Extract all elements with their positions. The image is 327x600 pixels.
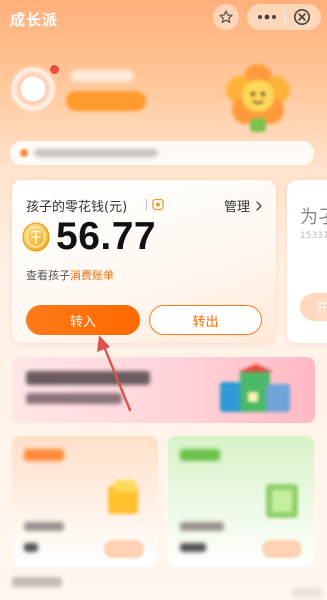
- tile-right-tag-blurred: [180, 449, 220, 461]
- manage-link[interactable]: 管理: [224, 196, 265, 215]
- capsule-divider: [284, 10, 286, 24]
- mini-program-capsule: [247, 4, 321, 30]
- app-title: 成长派: [10, 11, 59, 29]
- mascot-illustration: [226, 64, 290, 132]
- transfer-in-button[interactable]: 转入: [26, 305, 140, 335]
- favorite-button[interactable]: [213, 4, 239, 30]
- tile-right-illustration: [266, 484, 298, 518]
- eye-icon[interactable]: [152, 198, 164, 211]
- close-circle-icon: [294, 8, 311, 26]
- tile-right-action-blurred[interactable]: [262, 540, 302, 558]
- tile-left-value-blurred: [24, 543, 38, 552]
- star-icon: [219, 10, 233, 24]
- notice-icon: [20, 149, 28, 157]
- section-heading-blurred: [12, 577, 62, 587]
- banner-subline-blurred: [26, 393, 122, 404]
- user-name-blurred: [70, 70, 134, 82]
- next-card-title: 为孑: [300, 207, 327, 228]
- balance-amount: 56.77: [56, 215, 157, 258]
- avatar[interactable]: [12, 68, 54, 110]
- chevron-right-icon: [256, 200, 262, 211]
- more-button[interactable]: [257, 13, 277, 21]
- allowance-card-title: 孩子的零花钱(元): [26, 200, 128, 215]
- notice-text-blurred: [34, 149, 158, 157]
- next-card-button[interactable]: 开: [300, 293, 327, 321]
- banner-illustration: [220, 364, 290, 412]
- close-button[interactable]: [293, 8, 311, 26]
- member-pill-blurred[interactable]: [66, 91, 146, 111]
- notification-dot: [50, 65, 59, 74]
- next-card-subtitle: 15337: [300, 231, 327, 241]
- banner-headline-blurred: [26, 371, 150, 385]
- tile-right-title-blurred: [180, 522, 224, 531]
- tile-right-value-blurred: [180, 543, 206, 552]
- tile-left-illustration: [108, 480, 138, 514]
- more-dots-icon: [257, 14, 276, 20]
- consumption-bill-link[interactable]: 消费账单: [70, 269, 114, 282]
- bill-prefix: 查看孩子: [26, 269, 70, 282]
- title-separator: [146, 199, 147, 210]
- bill-link-line[interactable]: 查看孩子消费账单: [26, 267, 114, 283]
- tile-left-title-blurred: [24, 522, 64, 531]
- transfer-out-button[interactable]: 转出: [149, 305, 262, 335]
- manage-label: 管理: [224, 200, 251, 215]
- section-more-blurred: [292, 588, 322, 598]
- coin-icon: [22, 222, 50, 252]
- tile-left-tag-blurred: [24, 449, 64, 461]
- tile-left-action-blurred[interactable]: [104, 540, 144, 558]
